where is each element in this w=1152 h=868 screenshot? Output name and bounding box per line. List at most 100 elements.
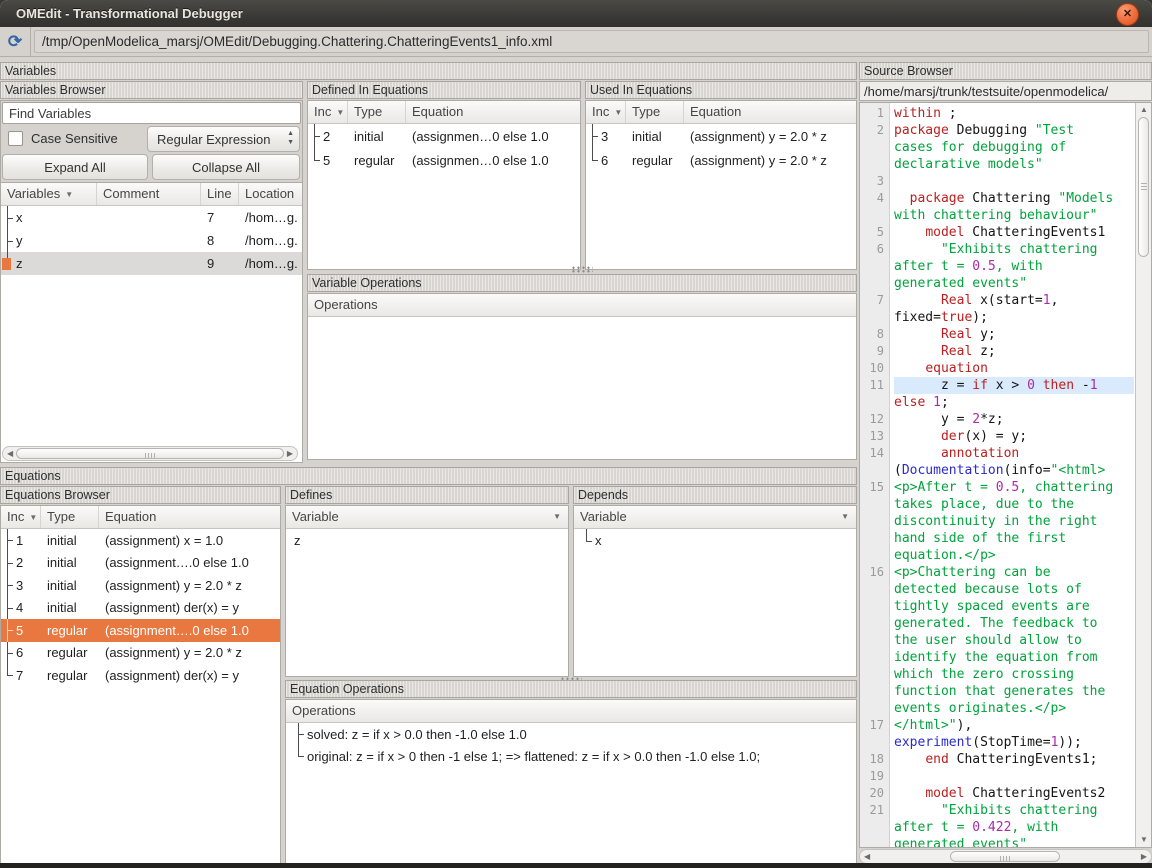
operations-column-header[interactable]: Operations [286, 700, 856, 722]
operation-row[interactable]: solved: z = if x > 0.0 then -1.0 else 1.… [286, 723, 856, 745]
variable-operations-title: Variable Operations [307, 274, 857, 292]
defined-in-equations-title: Defined In Equations [307, 81, 581, 99]
scroll-left-icon[interactable]: ◀ [864, 853, 870, 861]
source-line-12: 12 y = 2*z; [860, 411, 1134, 428]
source-line-3: 3 [860, 173, 1134, 190]
scrollbar-thumb[interactable] [1138, 117, 1149, 257]
column-header-type[interactable]: Type [626, 101, 684, 123]
defines-row-z[interactable]: z [286, 529, 568, 552]
column-header-type[interactable]: Type [41, 506, 99, 528]
source-line-20: 20 model ChatteringEvents2 [860, 785, 1134, 802]
find-variables-input[interactable]: Find Variables [2, 102, 301, 124]
variable-operations-panel: Operations [307, 293, 857, 460]
column-header-comment[interactable]: Comment [97, 183, 201, 205]
column-header-line[interactable]: Line [201, 183, 239, 205]
source-code-view: 1within ;2package Debugging "Testcases f… [859, 102, 1152, 848]
search-scope-combobox[interactable]: Regular Expression ▲▼ [147, 126, 300, 152]
variable-row-y[interactable]: y8/hom…g. [1, 229, 302, 252]
close-button[interactable]: ✕ [1116, 3, 1139, 26]
variable-row-x[interactable]: x7/hom…g. [1, 206, 302, 229]
window-title: OMEdit - Transformational Debugger [0, 6, 243, 21]
scroll-down-icon[interactable]: ▼ [1140, 836, 1148, 844]
source-line-9: 9 Real z; [860, 343, 1134, 360]
reload-icon: ⟳ [8, 32, 22, 52]
scrollbar-thumb[interactable] [16, 448, 284, 459]
scrollbar-thumb[interactable] [950, 851, 1060, 862]
column-header-equation[interactable]: Equation [406, 101, 580, 123]
operation-row[interactable]: original: z = if x > 0 then -1 else 1; =… [286, 745, 856, 767]
highlighted-line: z = if x > 0 then -1 [894, 377, 1134, 394]
sort-icon: ▼ [841, 512, 849, 521]
source-vscrollbar[interactable]: ▲ ▼ [1135, 103, 1151, 847]
scroll-right-icon[interactable]: ▶ [1141, 853, 1147, 861]
equation-operations-panel: Operations solved: z = if x > 0.0 then -… [285, 699, 857, 866]
source-line-10: 10 equation [860, 360, 1134, 377]
column-header-equation[interactable]: Equation [684, 101, 856, 123]
selected-variable-marker [2, 258, 11, 270]
equations-browser-panel: Inc▼TypeEquation 1initial(assignment) x … [0, 505, 281, 866]
equation-row-2[interactable]: 2initial(assignmen…0 else 1.0 [308, 124, 580, 148]
equation-row-2[interactable]: 2initial(assignment….0 else 1.0 [1, 552, 280, 575]
variables-browser-panel: Find Variables Case Sensitive Regular Ex… [0, 100, 303, 463]
scroll-right-icon[interactable]: ▶ [287, 450, 293, 458]
source-line-8: 8 Real y; [860, 326, 1134, 343]
sort-icon: ▼ [29, 513, 37, 522]
source-line-11: 11 z = if x > 0 then -1else 1; [860, 377, 1134, 411]
title-bar[interactable]: OMEdit - Transformational Debugger ✕ [0, 0, 1152, 27]
case-sensitive-checkbox[interactable] [8, 131, 23, 146]
variables-hscrollbar[interactable]: ◀ ▶ [2, 446, 298, 461]
used-in-equations-title: Used In Equations [585, 81, 857, 99]
depends-column-header[interactable]: Variable▼ [574, 506, 856, 528]
equation-row-6[interactable]: 6regular(assignment) y = 2.0 * z [1, 642, 280, 665]
column-header-equation[interactable]: Equation [99, 506, 280, 528]
variables-table-header: Variables▼CommentLineLocation [1, 183, 302, 206]
equation-row-4[interactable]: 4initial(assignment) der(x) = y [1, 597, 280, 620]
splitter-handle[interactable] [571, 266, 593, 273]
variable-row-z[interactable]: z9/hom…g. [1, 252, 302, 275]
sort-icon: ▼ [336, 108, 344, 117]
sort-icon: ▼ [553, 512, 561, 521]
file-path-field[interactable]: /tmp/OpenModelica_marsj/OMEdit/Debugging… [34, 30, 1149, 53]
depends-title: Depends [573, 486, 857, 504]
equations-browser-title: Equations Browser [0, 486, 281, 504]
source-code-lines: 1within ;2package Debugging "Testcases f… [860, 105, 1134, 848]
source-line-5: 5 model ChatteringEvents1 [860, 224, 1134, 241]
column-header-variables[interactable]: Variables▼ [1, 183, 97, 205]
equation-row-7[interactable]: 7regular(assignment) der(x) = y [1, 664, 280, 687]
scroll-up-icon[interactable]: ▲ [1140, 106, 1148, 114]
source-line-15: 15<p>After t = 0.5, chatteringtakes plac… [860, 479, 1134, 564]
equation-row-6[interactable]: 6regular(assignment) y = 2.0 * z [586, 148, 856, 172]
scroll-left-icon[interactable]: ◀ [7, 450, 13, 458]
spin-down-icon: ▼ [287, 138, 294, 147]
expand-all-button[interactable]: Expand All [2, 154, 148, 180]
column-header-inc[interactable]: Inc▼ [308, 101, 348, 123]
operations-column-header[interactable]: Operations [308, 294, 856, 316]
variables-table: Variables▼CommentLineLocation x7/hom…g.y… [1, 182, 302, 462]
column-header-inc[interactable]: Inc▼ [1, 506, 41, 528]
equation-row-5[interactable]: 5regular(assignment….0 else 1.0 [1, 619, 280, 642]
source-line-17: 17</html>"),experiment(StopTime=1)); [860, 717, 1134, 751]
equation-row-3[interactable]: 3initial(assignment) y = 2.0 * z [586, 124, 856, 148]
defined-in-equations-panel: Inc▼TypeEquation 2initial(assignmen…0 el… [307, 100, 581, 270]
column-header-type[interactable]: Type [348, 101, 406, 123]
collapse-all-button[interactable]: Collapse All [152, 154, 300, 180]
column-header-location[interactable]: Location [239, 183, 302, 205]
source-line-18: 18 end ChatteringEvents1; [860, 751, 1134, 768]
source-file-path: /home/marsj/trunk/testsuite/openmodelica… [859, 81, 1152, 101]
equation-row-1[interactable]: 1initial(assignment) x = 1.0 [1, 529, 280, 552]
reload-button[interactable]: ⟳ [0, 27, 31, 56]
equations-dock-title: Equations [0, 467, 857, 485]
equation-operations-title: Equation Operations [285, 680, 857, 698]
close-icon: ✕ [1123, 9, 1132, 20]
source-line-14: 14 annotation(Documentation(info="<html> [860, 445, 1134, 479]
source-line-19: 19 [860, 768, 1134, 785]
equation-row-3[interactable]: 3initial(assignment) y = 2.0 * z [1, 574, 280, 597]
variables-table-body: x7/hom…g.y8/hom…g.z9/hom…g. [1, 206, 302, 275]
defines-column-header[interactable]: Variable▼ [286, 506, 568, 528]
omedit-debugger-window: OMEdit - Transformational Debugger ✕ ⟳ /… [0, 0, 1152, 868]
depends-row-x[interactable]: x [574, 529, 856, 552]
source-hscrollbar[interactable]: ◀ ▶ [859, 849, 1152, 864]
equation-row-5[interactable]: 5regular(assignmen…0 else 1.0 [308, 148, 580, 172]
column-header-inc[interactable]: Inc▼ [586, 101, 626, 123]
variables-browser-title: Variables Browser [0, 81, 303, 99]
